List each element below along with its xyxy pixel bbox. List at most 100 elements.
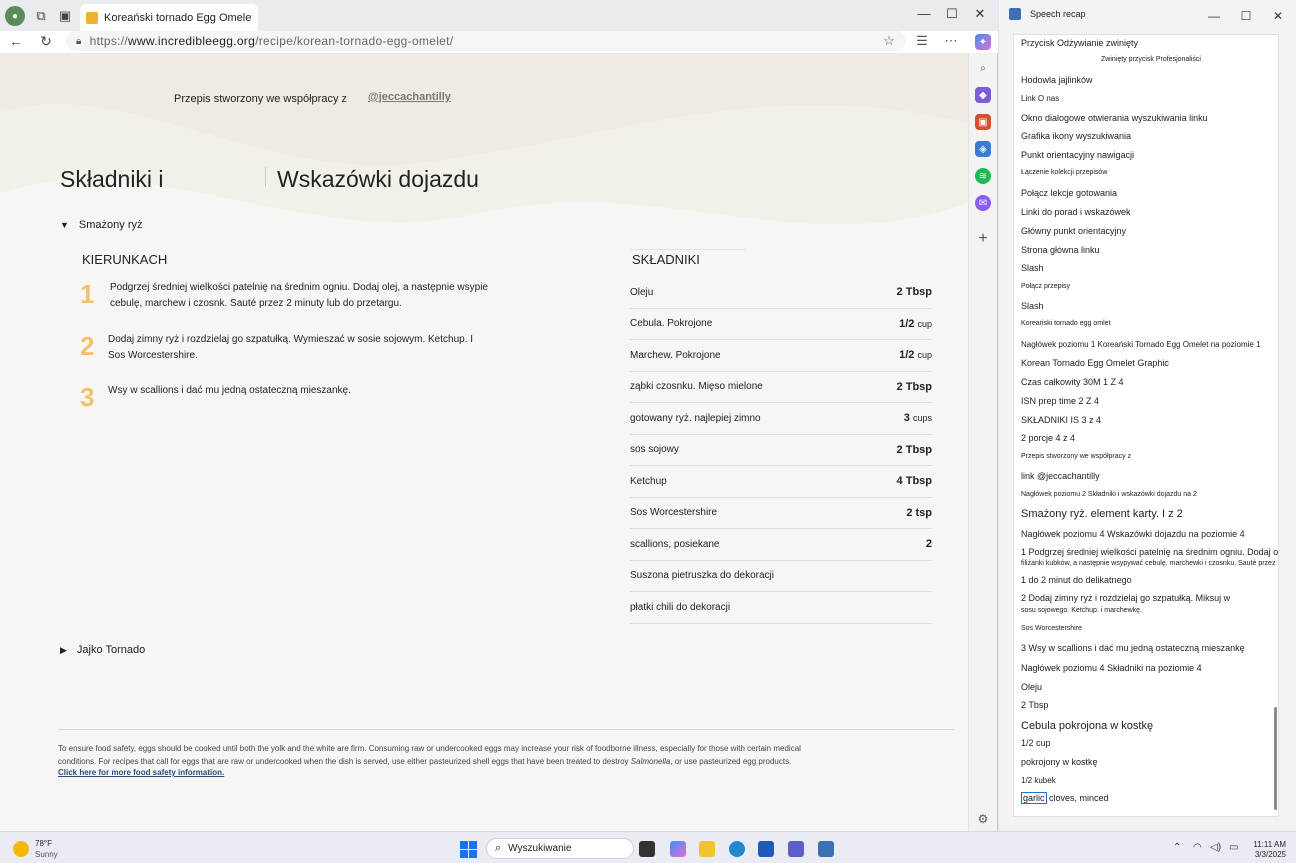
lock-icon: 🔒︎ bbox=[76, 35, 82, 47]
battery-icon[interactable]: ▭ bbox=[1229, 842, 1238, 853]
recap-minimize-icon[interactable]: — bbox=[1206, 9, 1222, 23]
ingredient-row: scallions, posiekane 2 bbox=[630, 529, 932, 561]
heading-directions: Wskazówki dojazdu bbox=[277, 166, 479, 192]
recap-line: Nagłówek poziomu 2 Składniki i wskazówki… bbox=[1021, 491, 1197, 498]
close-icon[interactable]: ✕ bbox=[969, 6, 991, 22]
ingredient-amount: 3 cups bbox=[904, 412, 932, 424]
tab-active[interactable]: Koreański tornado Egg Omelet . ; x + bbox=[80, 4, 258, 31]
clock-time: 11:11 AM bbox=[1253, 840, 1286, 849]
recap-scrollbar[interactable] bbox=[1274, 707, 1277, 810]
ingredient-amount: 4 Tbsp bbox=[897, 475, 932, 487]
tab-strip: ● ⧉ ▣ Koreański tornado Egg Omelet . ; x… bbox=[0, 0, 998, 31]
accordion-fried-rice[interactable]: ▼ Smażony ryż bbox=[60, 219, 143, 231]
ingredients-top-rule bbox=[630, 249, 746, 250]
recap-line: link @jeccachantilly bbox=[1021, 471, 1100, 481]
recap-num: 1/2 bbox=[1021, 738, 1034, 748]
ingredient-amount-value: 1/2 bbox=[899, 349, 915, 362]
page-content: Przepis stworzony we współpracy z @jecca… bbox=[0, 53, 968, 831]
teams-icon[interactable] bbox=[788, 841, 804, 857]
recap-line: 2 Tbsp bbox=[1021, 700, 1049, 710]
workspaces-icon[interactable]: ⧉ bbox=[31, 6, 51, 26]
recap-line: Koreański tornado egg omlet bbox=[1021, 320, 1111, 327]
weather-temp[interactable]: 78°F bbox=[35, 839, 52, 848]
recap-line-numbered: 1/2 cup bbox=[1021, 738, 1051, 748]
copilot-icon[interactable]: ✦ bbox=[975, 34, 991, 50]
url-domain: www.incredibleegg.org bbox=[128, 34, 256, 48]
recap-num: 2 bbox=[1021, 593, 1027, 603]
favorite-star-icon[interactable]: ☆ bbox=[880, 33, 898, 49]
recap-title: Speech recap bbox=[1030, 9, 1086, 19]
add-icon[interactable]: + bbox=[975, 230, 991, 247]
taskbar-search[interactable]: ⌕ Wyszukiwanie bbox=[486, 838, 634, 859]
ingredient-amount-value: 1/2 bbox=[899, 317, 915, 330]
task-view-icon[interactable] bbox=[639, 841, 655, 857]
step-text: Podgrzej średniej wielkości patelnię na … bbox=[110, 282, 488, 309]
profile-avatar[interactable]: ● bbox=[5, 6, 25, 26]
recap-line: Główny punkt orientacyjny bbox=[1021, 226, 1127, 236]
wifi-icon[interactable]: ◠ bbox=[1193, 842, 1202, 853]
ingredient-row: Oleju 2 Tbsp bbox=[630, 277, 932, 309]
ingredient-name: Suszona pietruszka do dekoracji bbox=[630, 570, 774, 582]
ingredient-row: ząbki czosnku. Mięso mielone 2 Tbsp bbox=[630, 372, 932, 403]
accordion-tornado-egg[interactable]: ▶ Jajko Tornado bbox=[60, 644, 145, 656]
ingredient-amount: 2 tsp bbox=[906, 507, 932, 519]
recap-line: sosu sojowego. Ketchup. i marchewkę. bbox=[1021, 607, 1143, 614]
copilot-taskbar-icon[interactable] bbox=[670, 841, 686, 857]
store-icon[interactable] bbox=[758, 841, 774, 857]
messenger-icon[interactable]: ✉ bbox=[975, 195, 991, 211]
recap-line: Link O nas bbox=[1021, 94, 1060, 103]
recap-line-numbered: 3 Wsy w scallions i dać mu jedną ostatec… bbox=[1021, 643, 1245, 653]
tab-actions-icon[interactable]: ▣ bbox=[55, 6, 75, 26]
ingredient-row: gotowany ryż. najlepiej zimno 3 cups bbox=[630, 403, 932, 435]
spotify-icon[interactable]: ≋ bbox=[975, 168, 991, 184]
collab-link[interactable]: @jeccachantilly bbox=[368, 91, 451, 103]
footer-text-2a: conditions. For recipes that call for eg… bbox=[58, 756, 631, 766]
recap-line: Slash bbox=[1021, 263, 1044, 273]
recap-num: 3 bbox=[1021, 643, 1027, 653]
recap-line: Grafika ikony wyszukiwania bbox=[1021, 131, 1132, 141]
food-safety-link[interactable]: Click here for more food safety informat… bbox=[58, 768, 224, 777]
favorites-icon[interactable]: ☰ bbox=[913, 33, 931, 49]
collections-icon[interactable]: ◆ bbox=[975, 87, 991, 103]
maximize-icon[interactable]: ☐ bbox=[941, 6, 963, 22]
recap-line: Czas całkowity 30M 1 Z 4 bbox=[1021, 377, 1124, 387]
ingredient-amount: 2 Tbsp bbox=[897, 444, 932, 456]
recap-line: Przycisk Odżywianie zwinięty bbox=[1021, 38, 1139, 48]
ingredient-amount-value: 2 tsp bbox=[906, 506, 932, 519]
narrator-taskbar-icon[interactable] bbox=[818, 841, 834, 857]
ingredient-amount-value: 2 Tbsp bbox=[896, 443, 932, 456]
weather-sun-icon[interactable] bbox=[13, 841, 29, 857]
ingredient-name: Ketchup bbox=[630, 475, 667, 487]
directions-heading: KIERUNKACH bbox=[82, 252, 168, 267]
tray-chevron-icon[interactable]: ⌃ bbox=[1173, 842, 1181, 853]
clock[interactable]: 11:11 AM 3/3/2025 bbox=[1248, 840, 1286, 860]
shopping-icon[interactable]: ▣ bbox=[975, 114, 991, 130]
recap-line: ISN prep time 2 Z 4 bbox=[1021, 396, 1100, 406]
file-explorer-icon[interactable] bbox=[699, 841, 715, 857]
office-icon[interactable]: ◈ bbox=[975, 141, 991, 157]
edge-taskbar-icon[interactable] bbox=[729, 841, 745, 857]
weather-desc[interactable]: Sunny bbox=[35, 850, 58, 859]
volume-icon[interactable]: ◁) bbox=[1210, 842, 1221, 853]
refresh-icon[interactable]: ↻ bbox=[37, 33, 55, 50]
recap-close-icon[interactable]: ✕ bbox=[1270, 9, 1286, 23]
url-field[interactable]: 🔒︎ https://www.incredibleegg.org/recipe/… bbox=[66, 31, 906, 51]
start-windows-icon[interactable] bbox=[460, 841, 477, 858]
more-menu-icon[interactable]: ⋯ bbox=[942, 33, 960, 49]
recap-text: cloves, minced bbox=[1049, 793, 1109, 803]
collab-text: Przepis stworzony we współpracy z bbox=[174, 93, 348, 105]
back-icon[interactable]: ← bbox=[7, 33, 25, 49]
recap-line: Łączenie kolekcji przepisów bbox=[1021, 169, 1108, 176]
step-number: 3 bbox=[80, 382, 95, 412]
recap-list[interactable]: Przycisk Odżywianie zwinięty Zwinięty pr… bbox=[1013, 34, 1279, 817]
recap-text: kubek bbox=[1034, 776, 1056, 785]
direction-step: 1 Podgrzej średniej wielkości patelnię n… bbox=[80, 280, 500, 312]
taskbar: 78°F Sunny ⌕ Wyszukiwanie ⌃ ◠ ◁) ▭ 11:11… bbox=[0, 831, 1296, 863]
search-icon[interactable]: ⌕ bbox=[975, 60, 991, 76]
settings-gear-icon[interactable]: ⚙ bbox=[975, 811, 991, 827]
step-number: 1 bbox=[80, 279, 95, 309]
recap-maximize-icon[interactable]: ☐ bbox=[1238, 9, 1254, 23]
recap-line: Korean Tornado Egg Omelet Graphic bbox=[1021, 358, 1169, 368]
recap-line: Oleju bbox=[1021, 682, 1043, 692]
minimize-icon[interactable]: — bbox=[913, 6, 935, 21]
